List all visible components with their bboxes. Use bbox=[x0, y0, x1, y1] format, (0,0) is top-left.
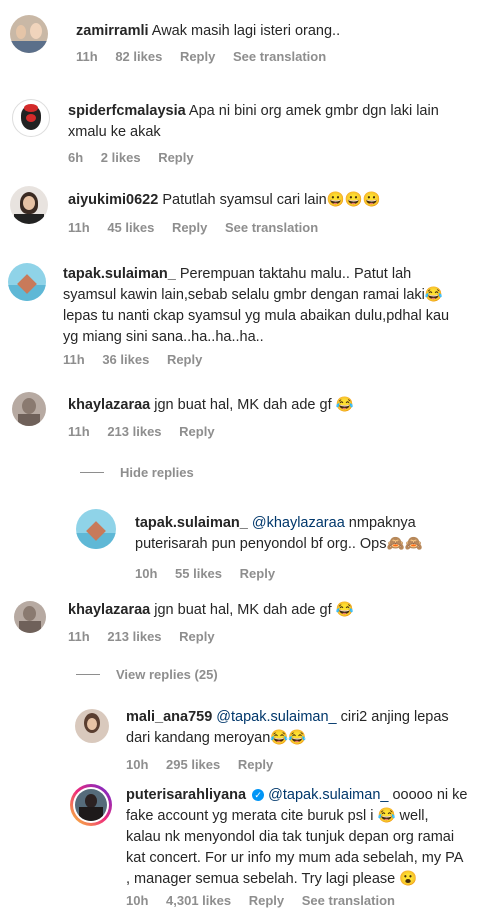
comment-username[interactable]: zamirramli bbox=[76, 23, 149, 39]
comment-username[interactable]: spiderfcmalaysia bbox=[68, 103, 186, 119]
likes-count[interactable]: 4,301 likes bbox=[166, 893, 231, 908]
avatar[interactable] bbox=[10, 186, 48, 224]
see-translation-button[interactable]: See translation bbox=[233, 49, 326, 64]
divider-line bbox=[80, 472, 104, 473]
mention-link[interactable]: @tapak.sulaiman_ bbox=[216, 709, 336, 725]
see-translation-button[interactable]: See translation bbox=[302, 893, 395, 908]
reply-button[interactable]: Reply bbox=[240, 566, 275, 581]
timestamp: 6h bbox=[68, 150, 84, 165]
reply-button[interactable]: Reply bbox=[249, 893, 284, 908]
likes-count[interactable]: 36 likes bbox=[102, 352, 149, 367]
comment-username[interactable]: puterisarahliyana bbox=[126, 787, 246, 803]
timestamp: 11h bbox=[68, 424, 90, 439]
avatar[interactable] bbox=[12, 392, 46, 426]
timestamp: 11h bbox=[68, 220, 90, 235]
comment-username[interactable]: aiyukimi0622 bbox=[68, 192, 158, 208]
comment-text: Awak masih lagi isteri orang.. bbox=[151, 23, 341, 39]
comment-text: nmpaknya bbox=[348, 515, 416, 531]
comment-meta: 6h 2 likes Reply bbox=[68, 150, 208, 165]
comment-body: tapak.sulaiman_ Perempuan taktahu malu..… bbox=[63, 264, 493, 348]
comment-body: zamirramli Awak masih lagi isteri orang.… bbox=[76, 21, 476, 42]
comment-username[interactable]: tapak.sulaiman_ bbox=[135, 515, 248, 531]
comment-text: Patutlah syamsul cari lain😀😀😀 bbox=[162, 192, 381, 208]
comment-meta: 11h 45 likes Reply See translation bbox=[68, 220, 332, 235]
comment-meta: 10h 55 likes Reply bbox=[135, 566, 289, 581]
comment-text: kat concert. For ur info my mum ada sebe… bbox=[126, 850, 464, 866]
comment-body: spiderfcmalaysia Apa ni bini org amek gm… bbox=[68, 101, 488, 143]
verified-badge-icon: ✓ bbox=[252, 789, 265, 801]
timestamp: 10h bbox=[126, 757, 149, 772]
timestamp: 11h bbox=[76, 49, 98, 64]
comment-text: syamsul kawin lain,sebab selalu gmbr den… bbox=[63, 287, 443, 303]
comment-text: ooooo ni ke bbox=[392, 787, 468, 803]
comment-username[interactable]: tapak.sulaiman_ bbox=[63, 266, 176, 282]
comment-text: , manager semua sebelah. Try lagi please… bbox=[126, 871, 418, 887]
comment-body: khaylazaraa jgn buat hal, MK dah ade gf … bbox=[68, 600, 488, 621]
comment-text: ciri2 anjing lepas bbox=[340, 709, 449, 725]
comment-meta: 11h 82 likes Reply See translation bbox=[76, 49, 340, 64]
comment-meta: 11h 213 likes Reply bbox=[68, 629, 229, 644]
avatar bbox=[73, 787, 109, 823]
avatar[interactable] bbox=[75, 709, 109, 743]
comment-body: khaylazaraa jgn buat hal, MK dah ade gf … bbox=[68, 395, 488, 416]
comment-text: dari kandang meroyan😂😂 bbox=[126, 730, 307, 746]
timestamp: 11h bbox=[68, 629, 90, 644]
comment-body: mali_ana759 @tapak.sulaiman_ ciri2 anjin… bbox=[126, 707, 491, 749]
comment-body: puterisarahliyana ✓ @tapak.sulaiman_ ooo… bbox=[126, 785, 491, 890]
comment-meta: 11h 213 likes Reply bbox=[68, 424, 229, 439]
reply-button[interactable]: Reply bbox=[158, 150, 193, 165]
timestamp: 11h bbox=[63, 352, 85, 367]
comment-text: Perempuan taktahu malu.. Patut lah bbox=[179, 266, 412, 282]
comment-text: xmalu ke akak bbox=[68, 124, 161, 140]
story-ring[interactable] bbox=[70, 784, 112, 826]
comment-username[interactable]: khaylazaraa bbox=[68, 397, 150, 413]
comment-username[interactable]: khaylazaraa bbox=[68, 602, 150, 618]
timestamp: 10h bbox=[135, 566, 158, 581]
likes-count[interactable]: 55 likes bbox=[175, 566, 222, 581]
mention-link[interactable]: @khaylazaraa bbox=[252, 515, 345, 531]
reply-button[interactable]: Reply bbox=[179, 629, 214, 644]
mention-link[interactable]: @tapak.sulaiman_ bbox=[268, 787, 388, 803]
reply-button[interactable]: Reply bbox=[238, 757, 273, 772]
avatar[interactable] bbox=[76, 509, 116, 549]
comment-body: tapak.sulaiman_ @khaylazaraa nmpaknya pu… bbox=[135, 513, 495, 555]
hide-replies-button[interactable]: Hide replies bbox=[80, 465, 194, 480]
avatar[interactable] bbox=[10, 15, 48, 53]
comment-meta: 10h 295 likes Reply bbox=[126, 757, 287, 772]
divider-line bbox=[76, 674, 100, 675]
hide-replies-label: Hide replies bbox=[120, 465, 194, 480]
comment-text: kalau nk menyondol dia tak tunjuk depan … bbox=[126, 829, 455, 845]
reply-button[interactable]: Reply bbox=[179, 424, 214, 439]
avatar[interactable] bbox=[12, 99, 50, 137]
view-replies-button[interactable]: View replies (25) bbox=[76, 667, 218, 682]
reply-button[interactable]: Reply bbox=[180, 49, 215, 64]
comment-meta: 10h 4,301 likes Reply See translation bbox=[126, 893, 409, 908]
likes-count[interactable]: 2 likes bbox=[101, 150, 141, 165]
timestamp: 10h bbox=[126, 893, 149, 908]
comment-text: puterisarah pun penyondol bf org.. Ops🙈🙈 bbox=[135, 536, 423, 552]
reply-button[interactable]: Reply bbox=[172, 220, 207, 235]
comment-text: fake account yg merata cite buruk psl i … bbox=[126, 808, 429, 824]
comment-text: jgn buat hal, MK dah ade gf 😂 bbox=[154, 397, 354, 413]
avatar[interactable] bbox=[14, 601, 46, 633]
likes-count[interactable]: 45 likes bbox=[107, 220, 154, 235]
comment-text: Apa ni bini org amek gmbr dgn laki lain bbox=[188, 103, 439, 119]
likes-count[interactable]: 82 likes bbox=[115, 49, 162, 64]
comment-body: aiyukimi0622 Patutlah syamsul cari lain😀… bbox=[68, 190, 488, 211]
view-replies-label: View replies (25) bbox=[116, 667, 218, 682]
likes-count[interactable]: 213 likes bbox=[107, 629, 161, 644]
comment-text: lepas tu nanti ckap syamsul yg mula abai… bbox=[63, 308, 450, 324]
comment-text: jgn buat hal, MK dah ade gf 😂 bbox=[154, 602, 354, 618]
avatar[interactable] bbox=[8, 263, 46, 301]
likes-count[interactable]: 213 likes bbox=[107, 424, 161, 439]
reply-button[interactable]: Reply bbox=[167, 352, 202, 367]
see-translation-button[interactable]: See translation bbox=[225, 220, 318, 235]
comment-username[interactable]: mali_ana759 bbox=[126, 709, 212, 725]
comment-text: yg miang sini sana..ha..ha..ha.. bbox=[63, 329, 264, 345]
likes-count[interactable]: 295 likes bbox=[166, 757, 220, 772]
comment-meta: 11h 36 likes Reply bbox=[63, 352, 216, 367]
